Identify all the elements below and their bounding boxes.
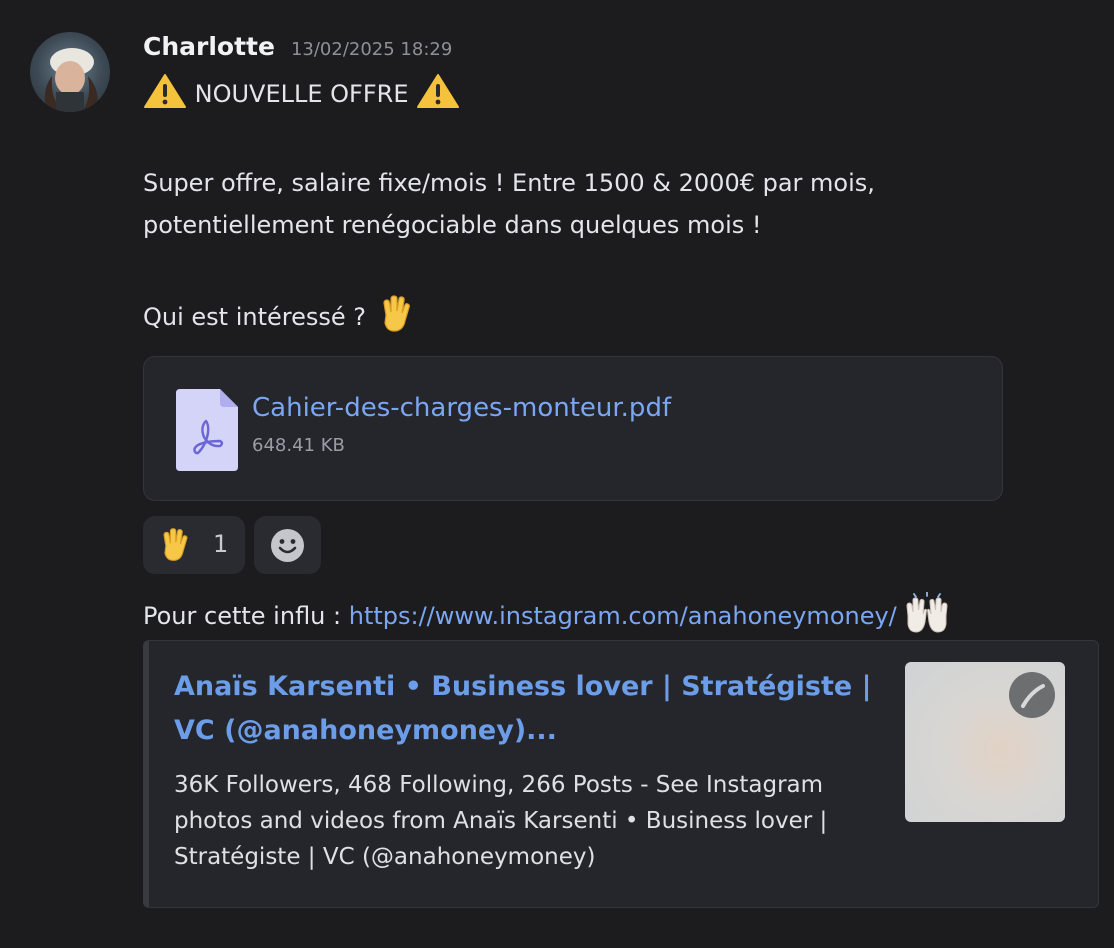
profile-picture-icon	[1009, 672, 1055, 718]
raised-hand-icon	[155, 526, 193, 564]
link-embed: Anaïs Karsenti • Business lover | Straté…	[143, 640, 1099, 908]
pdf-file-icon	[176, 389, 238, 471]
chat-message: Charlotte 13/02/2025 18:29 NOUVELLE OFFR…	[0, 0, 1114, 948]
instagram-link[interactable]: https://www.instagram.com/anahoneymoney/	[349, 602, 897, 630]
message-line-offer: Super offre, salaire fixe/mois ! Entre 1…	[143, 169, 875, 197]
raising-hands-icon	[904, 591, 948, 634]
message-line-negotiable: potentiellement renégociable dans quelqu…	[143, 211, 762, 239]
reaction-count: 1	[213, 530, 229, 558]
file-attachment[interactable]: Cahier-des-charges-monteur.pdf 648.41 KB	[143, 356, 1003, 501]
question-text: Qui est intéressé ?	[143, 303, 367, 331]
embed-description: 36K Followers, 468 Following, 266 Posts …	[174, 772, 828, 870]
user-avatar[interactable]	[30, 32, 110, 112]
warning-icon	[143, 73, 187, 109]
file-name-link[interactable]: Cahier-des-charges-monteur.pdf	[252, 393, 671, 423]
embed-thumbnail[interactable]	[905, 662, 1065, 822]
warning-icon	[416, 73, 460, 109]
message-line-question: Qui est intéressé ?	[143, 293, 416, 338]
message-header: Charlotte 13/02/2025 18:29	[143, 32, 452, 68]
file-size: 648.41 KB	[252, 435, 345, 456]
offer-title-text: NOUVELLE OFFRE	[194, 80, 409, 108]
reaction-raised-hand[interactable]: 1	[143, 516, 245, 574]
message-timestamp: 13/02/2025 18:29	[290, 39, 453, 60]
message-line-title: NOUVELLE OFFRE	[143, 73, 460, 115]
influencer-prefix: Pour cette influ :	[143, 602, 349, 630]
username[interactable]: Charlotte	[143, 32, 275, 61]
message-line-influencer: Pour cette influ : https://www.instagram…	[143, 591, 948, 637]
embed-title-link[interactable]: Anaïs Karsenti • Business lover | Straté…	[174, 665, 874, 753]
add-reaction-smiley-icon	[270, 528, 305, 563]
add-reaction-button[interactable]	[254, 516, 321, 574]
raised-hand-icon	[374, 293, 416, 335]
